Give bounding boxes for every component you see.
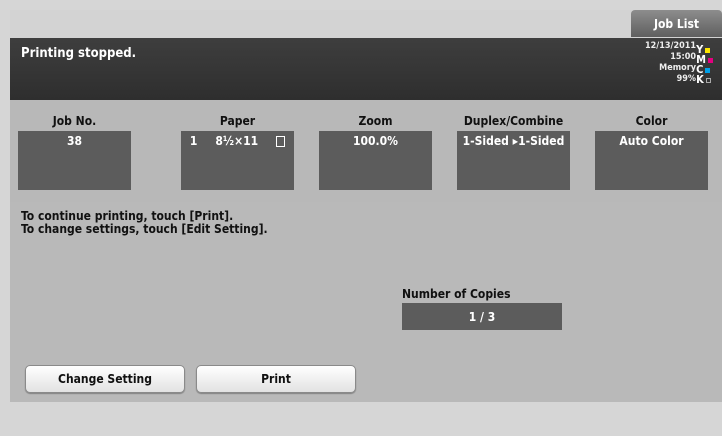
color-label: Color xyxy=(635,114,668,128)
color-column: Color Auto Color xyxy=(595,114,708,190)
duplex-value: 1-Sided ▸1-Sided xyxy=(457,131,570,190)
job-no-label: Job No. xyxy=(52,114,97,128)
zoom-column: Zoom 100.0% xyxy=(319,114,432,190)
duplex-label: Duplex/Combine xyxy=(463,114,564,128)
job-list-button[interactable]: Job List xyxy=(631,10,722,37)
toner-k-swatch xyxy=(705,77,711,83)
toner-k: K xyxy=(696,74,713,85)
job-no-value: 38 xyxy=(18,131,131,190)
paper-tray: 1 xyxy=(189,134,198,148)
paper-orientation-icon xyxy=(276,135,286,147)
print-button[interactable]: Print xyxy=(196,365,356,393)
memory-label: Memory xyxy=(659,63,696,73)
toner-y-swatch xyxy=(705,47,711,53)
duplex-column: Duplex/Combine 1-Sided ▸1-Sided xyxy=(457,114,570,190)
instructions: To continue printing, touch [Print]. To … xyxy=(21,210,268,236)
copies-label: Number of Copies xyxy=(402,287,511,301)
zoom-label: Zoom xyxy=(358,114,393,128)
status-bar: Printing stopped. 12/13/2011 15:00 Memor… xyxy=(10,38,722,100)
date-text: 12/13/2011 xyxy=(645,41,696,51)
instruction-edit: To change settings, touch [Edit Setting]… xyxy=(21,222,268,236)
color-value: Auto Color xyxy=(595,131,708,190)
toner-c-swatch xyxy=(705,67,711,73)
job-no-column: Job No. 38 xyxy=(18,114,131,190)
copies-value: 1 / 3 xyxy=(402,303,562,330)
status-info: 12/13/2011 15:00 Memory 99% xyxy=(645,41,696,85)
status-message: Printing stopped. xyxy=(21,46,137,61)
zoom-value: 100.0% xyxy=(319,131,432,190)
toner-m-swatch xyxy=(708,57,713,63)
paper-size: 8½×11 xyxy=(215,134,259,148)
toner-levels: Y M C K xyxy=(696,44,713,85)
paper-value: 1 8½×11 xyxy=(181,131,294,190)
time-text: 15:00 xyxy=(670,52,696,62)
change-setting-button[interactable]: Change Setting xyxy=(25,365,185,393)
paper-label: Paper xyxy=(219,114,256,128)
paper-column: Paper 1 8½×11 xyxy=(181,114,294,190)
memory-value: 99% xyxy=(676,74,696,84)
